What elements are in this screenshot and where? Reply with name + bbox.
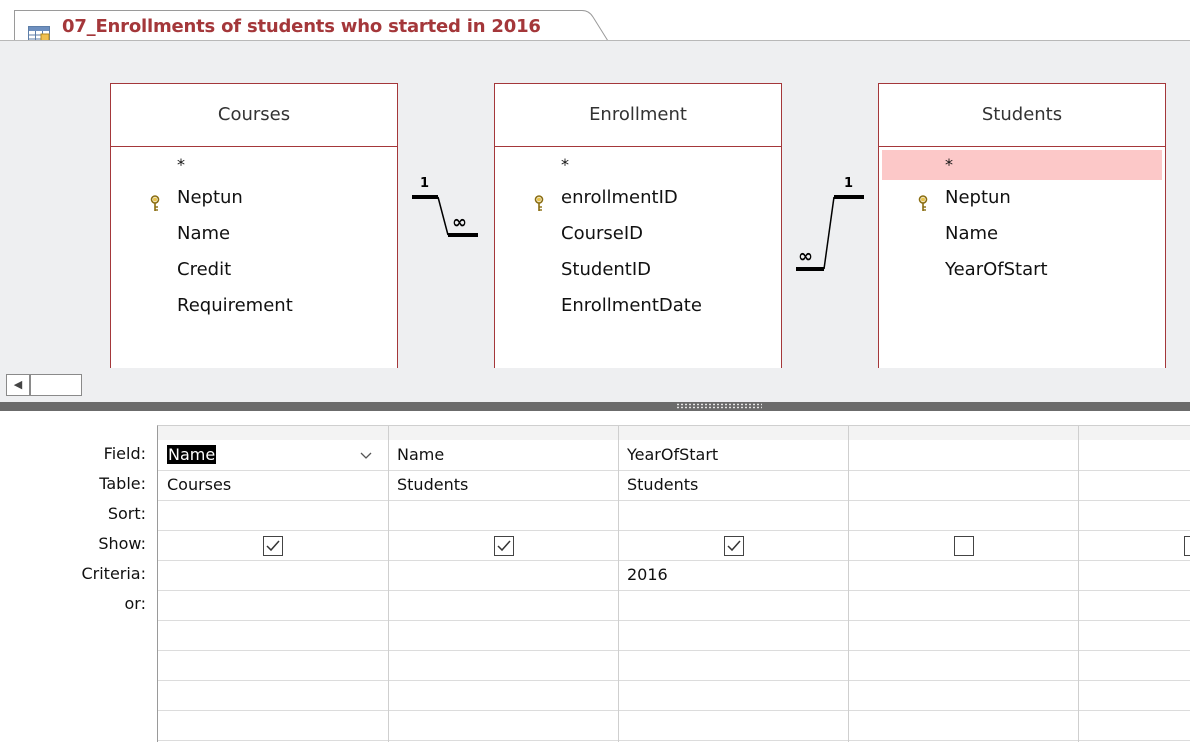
field-cell[interactable]: YearOfStart [627,445,718,464]
row-label-criteria: Criteria: [81,564,146,583]
column-selector[interactable] [619,426,849,440]
table-students[interactable]: Students * Neptun Name YearOfStart [878,83,1166,372]
field-cell[interactable]: Name [397,445,444,464]
show-checkbox[interactable] [724,536,744,556]
row-label-or: or: [124,594,146,613]
splitter-grip[interactable] [676,403,762,409]
scroll-thumb[interactable] [30,374,82,396]
field-cell[interactable]: Name [167,445,217,464]
show-checkbox[interactable] [954,536,974,556]
relationship-many-label: ∞ [798,246,813,267]
field-item[interactable]: * [111,150,397,180]
field-item[interactable]: Requirement [111,288,397,324]
relationship-line[interactable]: ∞ 1 [782,171,878,291]
column-selector[interactable] [1079,426,1190,440]
show-checkbox[interactable] [494,536,514,556]
scroll-left-button[interactable]: ◀ [6,374,30,396]
document-tab-strip: 07_Enrollments of students who started i… [0,0,1190,44]
grid-columns[interactable]: Name Courses Name Students YearOfStart S… [157,425,1190,742]
table-cell[interactable]: Courses [167,475,231,494]
field-item[interactable]: StudentID [495,252,781,288]
row-label-sort: Sort: [107,504,146,523]
show-checkbox[interactable] [263,536,283,556]
field-item[interactable]: Credit [111,252,397,288]
relationship-one-label: 1 [844,176,853,191]
tab-title: 07_Enrollments of students who started i… [62,16,541,37]
row-label-field: Field: [103,444,146,463]
relationship-many-label: ∞ [452,212,467,233]
field-item[interactable]: Neptun [879,180,1165,216]
column-selector[interactable] [849,426,1079,440]
field-item[interactable]: CourseID [495,216,781,252]
field-item-selected[interactable]: * [882,150,1162,180]
table-diagram-pane[interactable]: Courses * Neptun Name Credit Requirement… [0,40,1190,372]
query-design-grid[interactable]: Field: Table: Sort: Show: Criteria: or: … [0,411,1190,742]
table-title[interactable]: Courses [111,84,397,147]
table-enrollment[interactable]: Enrollment * enrollmentID CourseID Stude… [494,83,782,372]
relationship-line[interactable]: 1 ∞ [398,171,494,251]
column-selector[interactable] [389,426,619,440]
table-title[interactable]: Enrollment [495,84,781,147]
pane-splitter[interactable] [0,402,1190,411]
table-courses[interactable]: Courses * Neptun Name Credit Requirement [110,83,398,372]
row-label-show: Show: [98,534,146,553]
column-selector[interactable] [158,426,389,440]
table-cell[interactable]: Students [397,475,468,494]
row-label-table: Table: [99,474,146,493]
field-item[interactable]: Name [879,216,1165,252]
field-item[interactable]: * [495,150,781,180]
table-title[interactable]: Students [879,84,1165,147]
field-item[interactable]: Neptun [111,180,397,216]
table-cell[interactable]: Students [627,475,698,494]
criteria-cell[interactable]: 2016 [627,565,668,584]
field-item[interactable]: enrollmentID [495,180,781,216]
relationship-one-label: 1 [420,176,429,191]
field-item[interactable]: EnrollmentDate [495,288,781,324]
diagram-horizontal-scrollbar[interactable]: ◀ [0,368,1190,402]
show-checkbox[interactable] [1184,536,1190,556]
field-item[interactable]: YearOfStart [879,252,1165,288]
dropdown-arrow-icon[interactable] [358,448,374,462]
field-item[interactable]: Name [111,216,397,252]
